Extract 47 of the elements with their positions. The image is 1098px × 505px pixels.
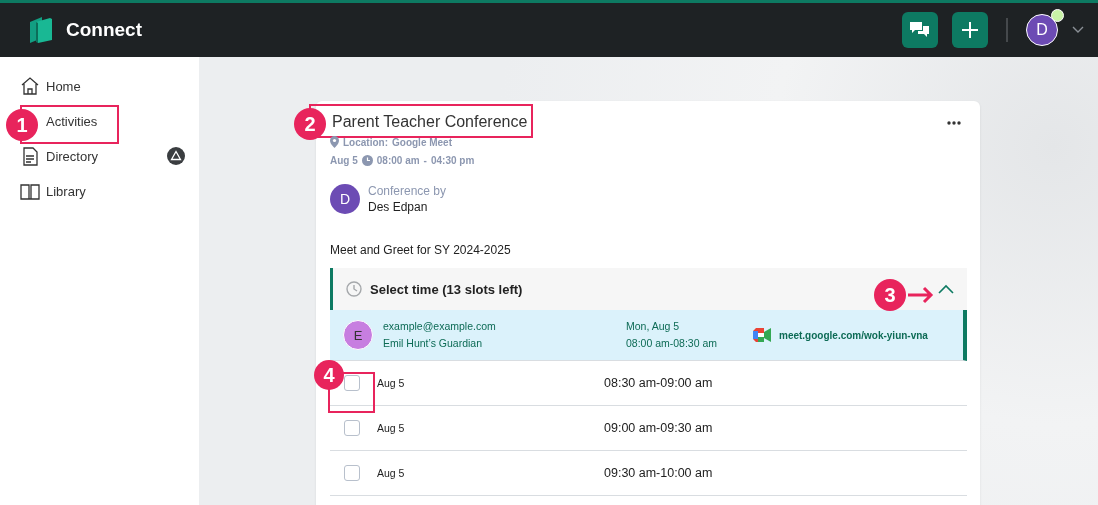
event-title: Parent Teacher Conference [332, 112, 528, 132]
book-icon [20, 181, 40, 201]
meeting-link[interactable]: meet.google.com/wok-yiun-vna [779, 329, 928, 341]
chevron-down-icon [1072, 26, 1084, 34]
arrow-icon [907, 286, 935, 304]
user-avatar[interactable]: D [1026, 14, 1058, 46]
sidebar-item[interactable]: Library [46, 180, 86, 202]
end-time: 04:30 pm [430, 154, 475, 166]
start-time: 08:00 am [376, 154, 420, 166]
book-logo-icon [28, 16, 54, 44]
booked-date: Mon, Aug 5 [626, 319, 681, 334]
slot-checkbox[interactable] [344, 375, 360, 391]
clock-icon [361, 154, 373, 166]
organizer-name: Des Edpan [368, 200, 429, 214]
plus-icon [961, 21, 979, 39]
guest-avatar: E [343, 320, 373, 350]
booked-time: 08:00 am-08:30 am [626, 336, 719, 351]
location-value: Google Meet [392, 136, 452, 148]
time-separator: - [423, 154, 427, 166]
document-icon [20, 146, 40, 166]
slot-time: 09:30 am-10:00 am [604, 466, 713, 480]
event-description: Meet and Greet for SY 2024-2025 [330, 243, 512, 257]
house-icon [20, 76, 40, 96]
slot-date: Aug 5 [377, 377, 406, 389]
map-pin-icon [330, 136, 339, 148]
slot-date: Aug 5 [377, 467, 406, 479]
event-date: Aug 5 [330, 154, 358, 166]
slot-date: Aug 5 [377, 422, 406, 434]
slot-checkbox[interactable] [344, 465, 360, 481]
section-title: Select time (13 slots left) [370, 281, 523, 297]
chat-button[interactable] [902, 12, 938, 48]
organizer-avatar: D [330, 184, 360, 214]
location-label: Location: [343, 136, 388, 148]
sidebar-item[interactable]: Activities [46, 110, 98, 132]
more-dots-icon [947, 121, 961, 125]
organizer-label: Conference by [368, 184, 447, 198]
clock-icon [346, 281, 362, 297]
add-button[interactable] [952, 12, 988, 48]
app-name: Connect [66, 19, 142, 41]
sidebar-item[interactable]: Home [46, 75, 81, 97]
slot-time: 08:30 am-09:00 am [604, 376, 713, 390]
slot-checkbox[interactable] [344, 420, 360, 436]
video-camera-icon [753, 328, 771, 342]
slot-time: 09:00 am-09:30 am [604, 421, 713, 435]
guest-name: Emil Hunt’s Guardian [383, 336, 484, 351]
sidebar-item[interactable]: Directory [46, 145, 98, 167]
guest-email: example@example.com [383, 319, 497, 334]
